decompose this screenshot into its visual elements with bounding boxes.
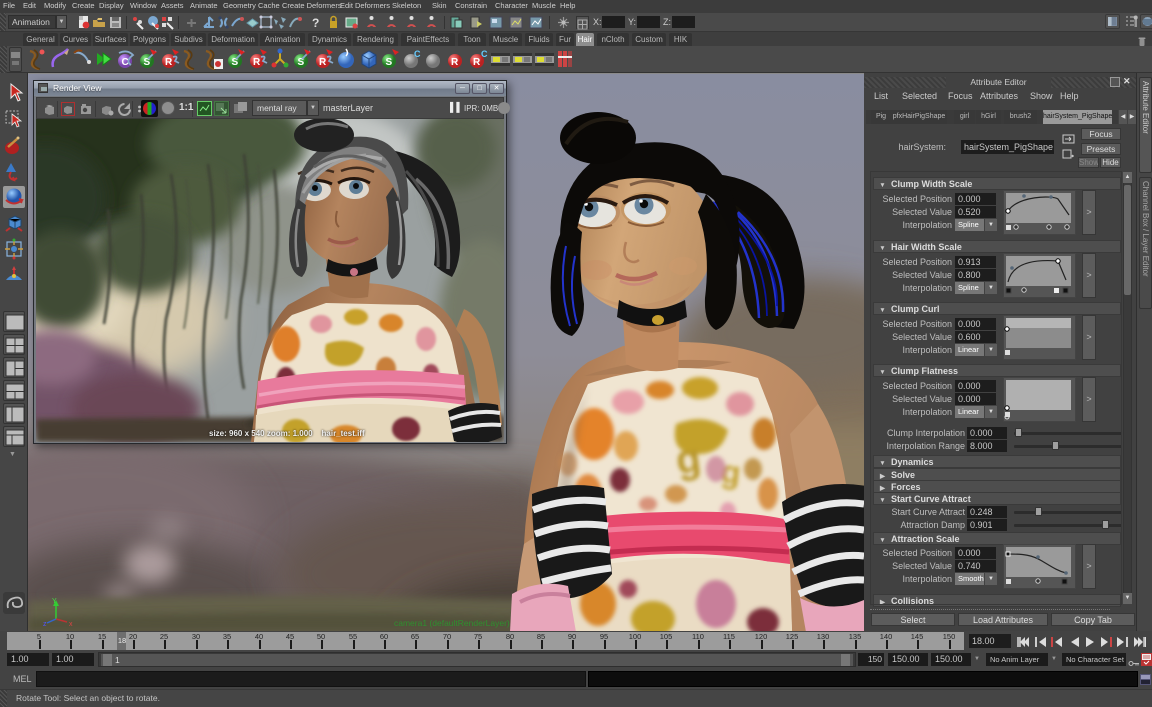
svg-text:C: C	[481, 49, 488, 59]
svg-text:?: ?	[312, 16, 319, 30]
svg-text:R: R	[165, 57, 173, 68]
svg-text:Y: Y	[52, 598, 57, 605]
svg-text:R: R	[253, 57, 261, 68]
svg-text:R: R	[473, 57, 481, 68]
svg-text:z: z	[43, 621, 47, 627]
svg-text:R: R	[451, 57, 459, 68]
svg-text:C: C	[122, 57, 129, 68]
svg-text:x: x	[69, 621, 73, 627]
svg-text:C: C	[414, 49, 421, 59]
svg-text:R: R	[319, 57, 327, 68]
svg-text:S: S	[386, 57, 393, 68]
